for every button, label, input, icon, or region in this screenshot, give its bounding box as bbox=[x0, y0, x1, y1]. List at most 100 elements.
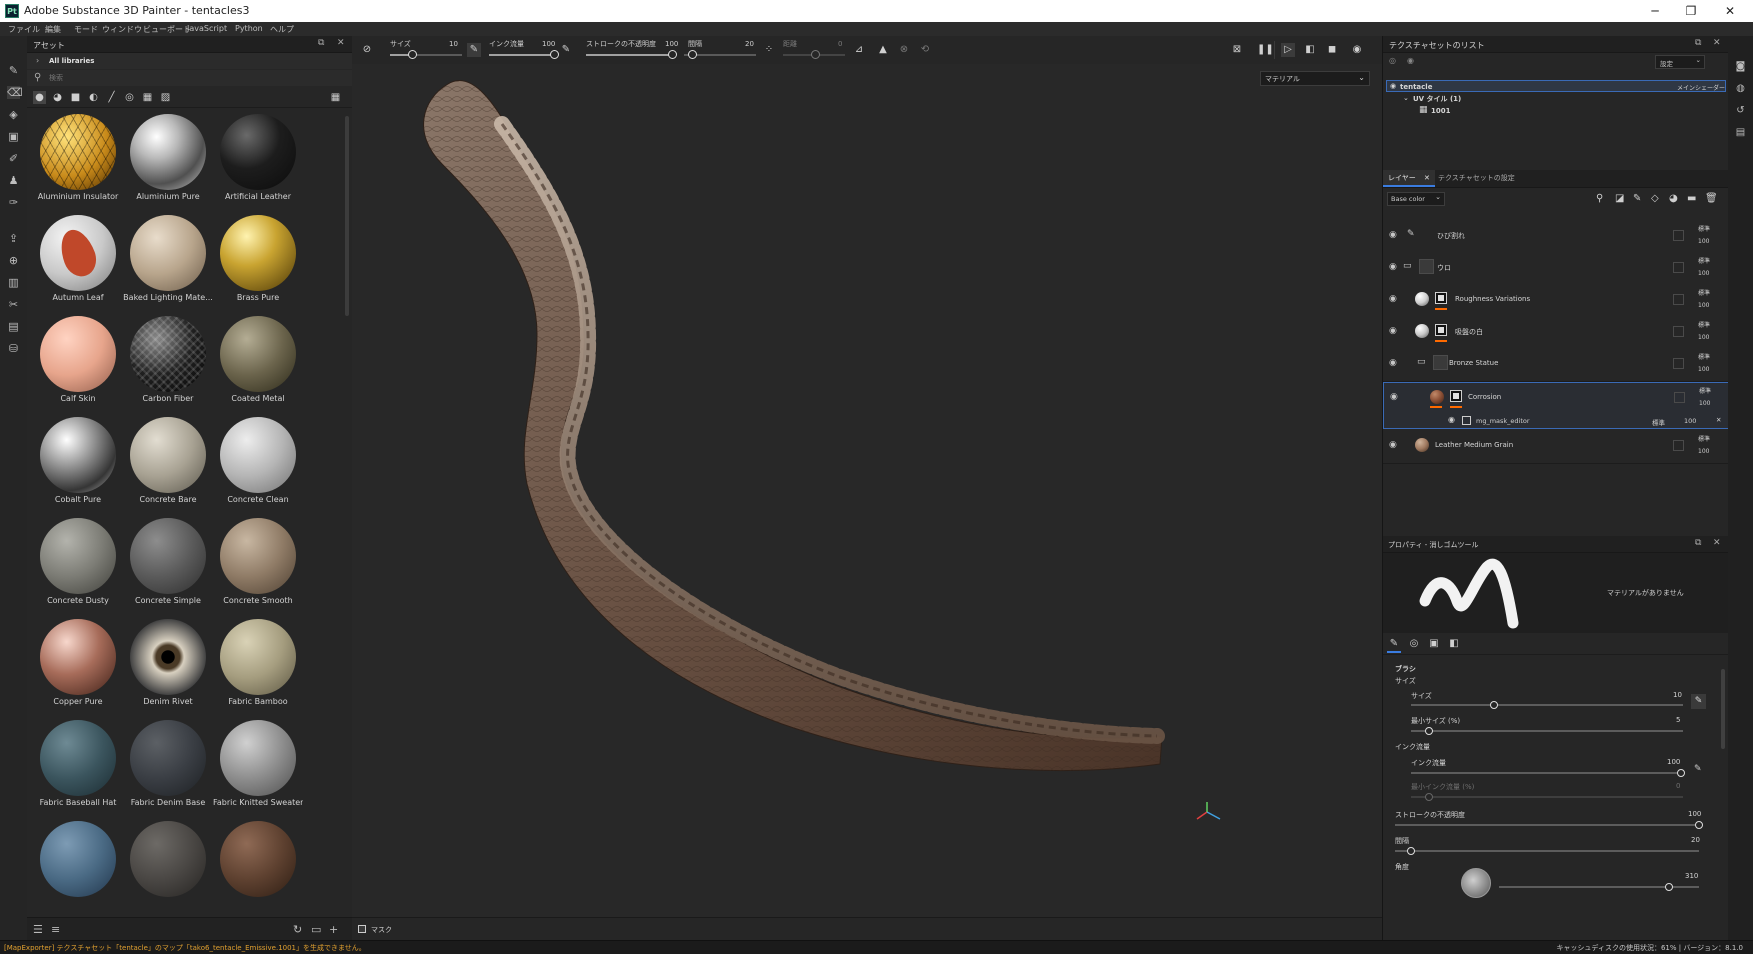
toolbar-spacing-value[interactable]: 20 bbox=[745, 40, 754, 48]
pause-render-icon[interactable]: ❚❚ bbox=[1257, 43, 1274, 57]
tab-texture-set-settings[interactable]: テクスチャセットの設定 bbox=[1433, 170, 1520, 187]
quick-mask-icon[interactable]: ▥ bbox=[7, 276, 20, 289]
menu-file[interactable]: ファイル bbox=[8, 24, 40, 35]
material-tile[interactable]: Fabric Baseball Hat bbox=[33, 718, 123, 808]
effect-blend[interactable]: 標準 bbox=[1652, 417, 1665, 427]
min-flow-slider-knob[interactable] bbox=[1425, 793, 1433, 801]
spacing-value[interactable]: 20 bbox=[1691, 836, 1700, 844]
layer-opacity[interactable]: 100 bbox=[1698, 448, 1709, 455]
add-mask-icon[interactable]: ◪ bbox=[1615, 193, 1624, 204]
material-tile[interactable]: Denim Rivet bbox=[123, 617, 213, 707]
stroke-opacity-value[interactable]: 100 bbox=[1688, 810, 1701, 818]
tab-layers[interactable]: レイヤー ✕ bbox=[1383, 170, 1435, 187]
maximize-button[interactable]: ❐ bbox=[1676, 2, 1706, 20]
layer-opacity[interactable]: 100 bbox=[1699, 400, 1710, 407]
toolbar-jitter-value[interactable]: 0 bbox=[838, 40, 842, 48]
mask-thumbnail[interactable] bbox=[1435, 292, 1447, 304]
add-effect-icon[interactable]: ⚲ bbox=[1596, 193, 1603, 204]
texture-set-settings-select[interactable]: 設定 ⌄ bbox=[1655, 55, 1705, 69]
smart-materials-filter-icon[interactable]: ◕ bbox=[51, 91, 64, 104]
masks-filter-icon[interactable]: ■ bbox=[69, 91, 82, 104]
polygon-fill-icon[interactable]: ✂ bbox=[7, 298, 20, 311]
material-tile[interactable]: Cobalt Pure bbox=[33, 415, 123, 505]
clone-stamp-icon[interactable]: ♟ bbox=[7, 174, 20, 187]
flow-slider[interactable] bbox=[1411, 772, 1683, 774]
search-input[interactable] bbox=[49, 72, 339, 84]
log-icon[interactable]: ▤ bbox=[1734, 126, 1747, 139]
material-tile[interactable]: Copper Pure bbox=[33, 617, 123, 707]
filter-list-icon[interactable]: ☰ bbox=[33, 923, 43, 936]
eye-icon[interactable]: ◉ bbox=[1390, 82, 1396, 90]
selection-icon[interactable]: ⊕ bbox=[7, 254, 20, 267]
cube-view-icon[interactable]: ◧ bbox=[1303, 43, 1317, 57]
add-paint-layer-icon[interactable]: ✎ bbox=[1633, 193, 1641, 204]
3d-view-icon[interactable]: ▷ bbox=[1281, 43, 1295, 57]
float-panel-icon[interactable]: ⧉ bbox=[318, 38, 324, 48]
layer-opacity[interactable]: 100 bbox=[1698, 238, 1709, 245]
material-tab-icon[interactable]: ◧ bbox=[1447, 637, 1461, 651]
library-selector[interactable]: › All libraries bbox=[27, 53, 352, 69]
pen-pressure-icon[interactable]: ✎ bbox=[467, 43, 481, 57]
refresh-icon[interactable]: ↻ bbox=[293, 923, 302, 936]
display-settings-icon[interactable]: ◙ bbox=[1734, 60, 1747, 73]
layer-opacity[interactable]: 100 bbox=[1698, 270, 1709, 277]
material-tile[interactable]: Concrete Clean bbox=[213, 415, 303, 505]
eye-icon[interactable]: ◉ bbox=[1389, 294, 1397, 304]
layer-checkbox[interactable] bbox=[1673, 294, 1684, 305]
toolbar-flow-knob[interactable] bbox=[550, 50, 559, 59]
stencil-tab-icon[interactable]: ▣ bbox=[1427, 637, 1441, 651]
shader-settings-icon[interactable]: ◍ bbox=[1734, 82, 1747, 95]
alpha-tab-icon[interactable]: ◎ bbox=[1407, 637, 1421, 651]
blend-mode[interactable]: 標準 bbox=[1698, 352, 1710, 361]
min-flow-value[interactable]: 0 bbox=[1676, 782, 1680, 790]
flow-value[interactable]: 100 bbox=[1667, 758, 1680, 766]
spacing-slider[interactable] bbox=[1395, 850, 1699, 852]
effect-row[interactable]: ◉ mg_mask_editor 標準 100 ✕ bbox=[1384, 414, 1728, 428]
list-view-icon[interactable]: ≡ bbox=[51, 923, 60, 936]
material-tile[interactable]: Fabric Denim Base bbox=[123, 718, 213, 808]
toolbar-flow-value[interactable]: 100 bbox=[542, 40, 555, 48]
layer-checkbox[interactable] bbox=[1673, 358, 1684, 369]
generators-filter-icon[interactable]: ◐ bbox=[87, 91, 100, 104]
visibility-icon[interactable]: ◎ bbox=[1389, 56, 1396, 65]
size-pressure-icon[interactable]: ✎ bbox=[1691, 694, 1706, 709]
screenshot-icon[interactable]: ◉ bbox=[1350, 43, 1364, 57]
layer-opacity[interactable]: 100 bbox=[1698, 366, 1709, 373]
layer-checkbox[interactable] bbox=[1673, 326, 1684, 337]
jitter-icon[interactable]: ⁘ bbox=[762, 43, 776, 57]
toolbar-spacing-knob[interactable] bbox=[688, 50, 697, 59]
layer-item[interactable]: ◉ Corrosion 標準 100 ◉ mg_mask_editor 標準 100 ✕ bbox=[1383, 382, 1729, 429]
add-fill-layer-icon[interactable]: ◇ bbox=[1651, 193, 1659, 204]
export-icon[interactable]: ▤ bbox=[7, 320, 20, 333]
material-tile[interactable]: Fabric Knitted Sweater bbox=[213, 718, 303, 808]
minimize-button[interactable]: ─ bbox=[1640, 2, 1670, 20]
toolbar-jitter-knob[interactable] bbox=[811, 50, 820, 59]
layer-checkbox[interactable] bbox=[1673, 262, 1684, 273]
close-window-button[interactable]: ✕ bbox=[1715, 2, 1745, 20]
brushes-filter-icon[interactable]: ╱ bbox=[105, 91, 118, 104]
stroke-opacity-slider-knob[interactable] bbox=[1695, 821, 1703, 829]
flow-pressure-icon[interactable]: ✎ bbox=[1694, 764, 1702, 774]
texture-set-tentacle[interactable]: ◉ tentacle メインシェーダー bbox=[1386, 80, 1726, 92]
material-tile[interactable]: Carbon Fiber bbox=[123, 314, 213, 404]
geometry-mask-icon[interactable]: ▣ bbox=[7, 130, 20, 143]
eye-icon[interactable]: ◉ bbox=[1389, 262, 1397, 272]
material-tile[interactable] bbox=[213, 819, 303, 909]
angle-dial[interactable] bbox=[1461, 868, 1491, 898]
eye-icon[interactable]: ◉ bbox=[1389, 440, 1397, 450]
mask-thumbnail[interactable] bbox=[1450, 390, 1462, 402]
layer-item[interactable]: ◉ 吸盤の白 標準 100 bbox=[1383, 317, 1729, 350]
material-tile[interactable]: Concrete Smooth bbox=[213, 516, 303, 606]
layer-checkbox[interactable] bbox=[1674, 392, 1685, 403]
add-folder-icon[interactable]: ▬ bbox=[1687, 193, 1696, 204]
menu-window[interactable]: ウィンドウ bbox=[102, 24, 142, 35]
menu-mode[interactable]: モード bbox=[74, 24, 98, 35]
angle-slider-knob[interactable] bbox=[1665, 883, 1673, 891]
layer-checkbox[interactable] bbox=[1673, 440, 1684, 451]
assets-scrollbar[interactable] bbox=[345, 116, 349, 316]
material-picker-icon[interactable]: ✑ bbox=[7, 196, 20, 209]
stroke-opacity-slider[interactable] bbox=[1395, 824, 1699, 826]
eye-icon[interactable]: ◉ bbox=[1389, 326, 1397, 336]
3d-viewport[interactable]: マテリアル ⌄ bbox=[352, 64, 1382, 917]
size-value[interactable]: 10 bbox=[1673, 691, 1682, 699]
